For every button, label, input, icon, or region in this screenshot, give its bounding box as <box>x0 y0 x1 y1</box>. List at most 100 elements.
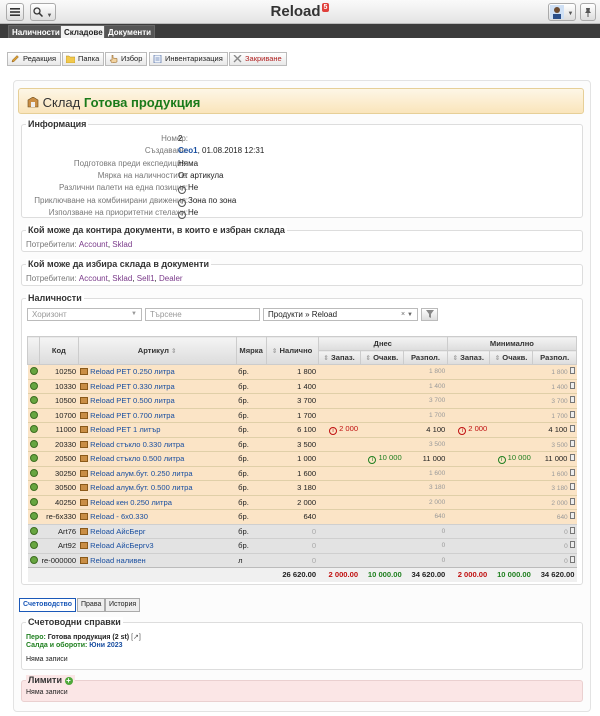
doc-icon[interactable] <box>569 541 575 549</box>
doc-icon[interactable] <box>569 396 575 404</box>
tab-history[interactable]: История <box>105 598 141 612</box>
edit-button[interactable]: Редакция <box>7 52 62 66</box>
tab-documents[interactable]: Документи <box>104 25 156 38</box>
col-qty[interactable]: ⇕ Налично <box>265 336 319 365</box>
info-icon[interactable]: i <box>329 427 338 436</box>
history-icon[interactable] <box>29 497 38 506</box>
cell-article[interactable]: Reload АйсБергv3 <box>78 538 237 553</box>
history-icon[interactable] <box>29 541 38 550</box>
external-link-icon[interactable]: [↗] <box>131 634 141 641</box>
tab-accounting[interactable]: Счетоводство <box>19 598 76 612</box>
tab-rights[interactable]: Права <box>77 598 106 612</box>
cell-article[interactable]: Reload PET 0.700 литра <box>78 407 237 423</box>
col-today-expected[interactable]: ⇕ Очакв. <box>359 350 405 365</box>
col-min-available[interactable]: Разпол. <box>532 350 577 365</box>
app-logo[interactable]: Reload 5 <box>0 3 600 20</box>
search-input[interactable]: Търсене <box>145 308 260 321</box>
table-row[interactable]: 20330 Reload стъкло 0.330 литра бр. 3 500 3 … <box>27 436 577 452</box>
article-link[interactable]: Reload - 6x0.330 <box>90 512 148 521</box>
article-link[interactable]: Reload стъкло 0.500 литра <box>90 454 184 463</box>
history-icon[interactable] <box>29 367 38 376</box>
article-link[interactable]: Reload PET 0.330 литра <box>90 382 175 391</box>
table-row[interactable]: 30250 Reload алум.бут. 0.250 литра бр. 1 60… <box>27 465 577 481</box>
col-article[interactable]: Артикул ⇕ <box>77 336 237 365</box>
table-row[interactable]: re-6x330 Reload - 6x0.330 бр. 640 640 640 <box>27 509 577 524</box>
tab-stocks[interactable]: Наличности <box>8 25 64 38</box>
user-link[interactable]: Dealer <box>159 274 183 283</box>
doc-icon[interactable] <box>569 425 575 433</box>
doc-icon[interactable] <box>569 381 575 389</box>
doc-icon[interactable] <box>569 367 575 375</box>
filter-button[interactable] <box>421 308 438 321</box>
cell-article[interactable]: Reload - 6x0.330 <box>78 509 237 524</box>
table-row[interactable]: Art92 Reload АйсБергv3 бр. 0 0 0 <box>27 538 577 553</box>
pin-button[interactable] <box>580 3 596 21</box>
history-icon[interactable] <box>29 512 38 521</box>
history-icon[interactable] <box>29 396 38 405</box>
table-row[interactable]: 10500 Reload PET 0.500 литра бр. 3 700 3 700… <box>27 393 577 408</box>
article-link[interactable]: Reload кен 0.250 литра <box>90 498 172 507</box>
user-link[interactable]: Account <box>79 274 108 283</box>
article-link[interactable]: Reload АйсБерг <box>90 527 145 536</box>
table-row[interactable]: 10700 Reload PET 0.700 литра бр. 1 700 1 700… <box>27 407 577 423</box>
table-row[interactable]: re-000000 Reload наливен л 0 0 0 <box>27 552 577 568</box>
info-icon[interactable]: i <box>178 186 186 195</box>
cell-article[interactable]: Reload кен 0.250 литра <box>78 494 237 510</box>
col-today-available[interactable]: Разпол. <box>403 350 448 365</box>
user-link[interactable]: Sklad <box>112 274 132 283</box>
history-icon[interactable] <box>29 555 38 564</box>
table-row[interactable]: 40250 Reload кен 0.250 литра бр. 2 000 2 000… <box>27 494 577 510</box>
add-limit-icon[interactable]: + <box>64 677 73 685</box>
cell-article[interactable]: Reload PET 0.330 литра <box>78 378 237 394</box>
article-link[interactable]: Reload АйсБергv3 <box>90 541 154 550</box>
user-link[interactable]: Ceo1 <box>178 146 198 155</box>
cell-article[interactable]: Reload стъкло 0.500 литра <box>78 451 237 466</box>
user-menu-button[interactable]: ▼ <box>548 3 576 21</box>
clear-icon[interactable]: × <box>401 311 405 318</box>
article-link[interactable]: Reload стъкло 0.330 литра <box>90 440 184 449</box>
doc-icon[interactable] <box>569 555 575 563</box>
table-row[interactable]: 20500 Reload стъкло 0.500 литра бр. 1 000 i 1… <box>27 451 577 466</box>
history-icon[interactable] <box>29 410 38 419</box>
user-link[interactable]: Sell1 <box>137 274 155 283</box>
history-icon[interactable] <box>29 526 38 535</box>
info-icon[interactable]: i <box>458 427 467 436</box>
cell-article[interactable]: Reload PET 0.250 литра <box>78 364 237 379</box>
col-min-expected[interactable]: ⇕ Очакв. <box>488 350 534 365</box>
doc-icon[interactable] <box>569 410 575 418</box>
history-icon[interactable] <box>29 381 38 390</box>
balance-link[interactable]: Юни 2023 <box>89 642 122 649</box>
folder-button[interactable]: Папка <box>62 52 105 66</box>
horizon-select[interactable]: Хоризонт ▼ <box>27 308 142 321</box>
article-link[interactable]: Reload наливен <box>90 556 146 565</box>
article-link[interactable]: Reload PET 0.250 литра <box>90 367 175 376</box>
table-row[interactable]: 10330 Reload PET 0.330 литра бр. 1 400 1 400… <box>27 378 577 394</box>
close-warehouse-button[interactable]: Закриване <box>229 52 287 66</box>
tab-warehouses[interactable]: Складове <box>60 25 107 38</box>
table-row[interactable]: 11000 Reload PET 1 литър бр. 6 100 i 2 000 4 1… <box>27 422 577 437</box>
info-icon[interactable]: i <box>497 456 506 465</box>
col-today-reserved[interactable]: ⇕ Запаз. <box>317 350 361 365</box>
history-icon[interactable] <box>29 454 38 463</box>
doc-icon[interactable] <box>569 454 575 462</box>
info-icon[interactable]: i <box>368 456 377 465</box>
notification-badge[interactable]: 5 <box>321 3 330 12</box>
cell-article[interactable]: Reload PET 0.500 литра <box>78 393 237 408</box>
cell-article[interactable]: Reload АйсБерг <box>78 523 237 539</box>
doc-icon[interactable] <box>569 483 575 491</box>
cell-article[interactable]: Reload наливен <box>78 552 237 568</box>
article-link[interactable]: Reload алум.бут. 0.500 литра <box>90 483 192 492</box>
history-icon[interactable] <box>29 468 38 477</box>
cell-article[interactable]: Reload стъкло 0.330 литра <box>78 436 237 452</box>
doc-icon[interactable] <box>569 512 575 520</box>
article-link[interactable]: Reload алум.бут. 0.250 литра <box>90 469 192 478</box>
doc-icon[interactable] <box>569 468 575 476</box>
history-icon[interactable] <box>29 425 38 434</box>
info-icon[interactable]: i <box>178 210 186 219</box>
doc-icon[interactable] <box>569 526 575 534</box>
accounting-item-link[interactable]: Готова продукция (2 st) <box>48 634 129 641</box>
doc-icon[interactable] <box>569 497 575 505</box>
col-code[interactable]: Код <box>39 336 79 365</box>
article-link[interactable]: Reload PET 0.700 литра <box>90 411 175 420</box>
article-link[interactable]: Reload PET 0.500 литра <box>90 396 175 405</box>
